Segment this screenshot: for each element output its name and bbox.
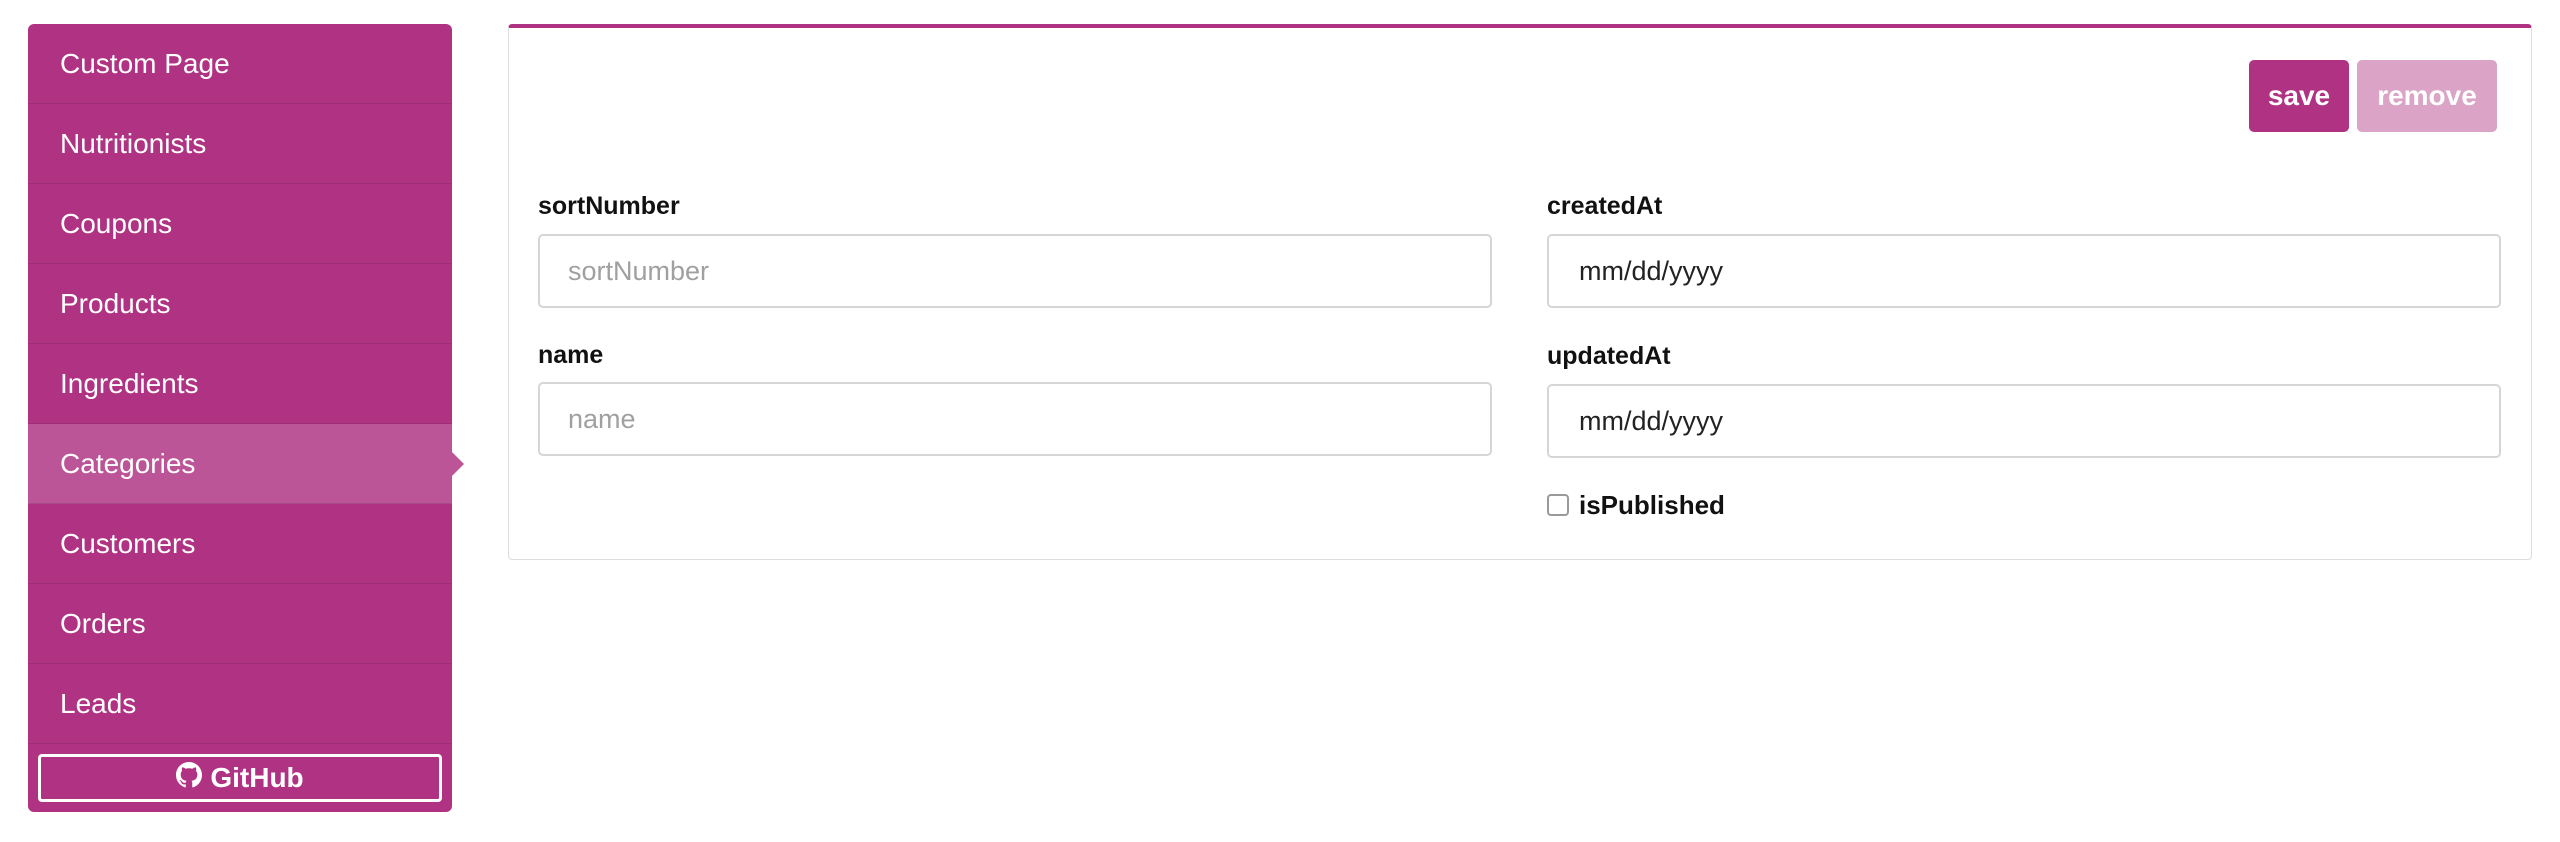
sidebar-item-coupons[interactable]: Coupons [28,184,452,264]
sidebar-item-ingredients[interactable]: Ingredients [28,344,452,424]
sidebar-nav: Custom Page Nutritionists Coupons Produc… [28,24,464,812]
sidebar-item-categories[interactable]: Categories [28,424,464,504]
updatedat-label: updatedAt [1547,342,1671,370]
github-label: GitHub [210,762,304,793]
github-button[interactable]: GitHub [38,754,442,802]
createdat-date-input[interactable]: mm/dd/yyyy [1547,234,2501,308]
sidebar-item-custom-page[interactable]: Custom Page [28,24,452,104]
sidebar-item-products[interactable]: Products [28,264,452,344]
github-icon [176,761,203,795]
sortnumber-input[interactable] [538,234,1492,308]
edit-form-panel: save remove sortNumber name createdAt mm… [508,24,2532,560]
save-button[interactable]: save [2249,60,2349,132]
sidebar-item-nutritionists[interactable]: Nutritionists [28,104,452,184]
sortnumber-label: sortNumber [538,192,680,220]
name-input[interactable] [538,382,1492,456]
remove-button[interactable]: remove [2357,60,2497,132]
ispublished-checkbox[interactable] [1547,494,1569,516]
sidebar-item-orders[interactable]: Orders [28,584,452,664]
sidebar-item-customers[interactable]: Customers [28,504,452,584]
updatedat-date-input[interactable]: mm/dd/yyyy [1547,384,2501,458]
createdat-label: createdAt [1547,192,1663,220]
name-label: name [538,341,604,369]
sidebar-item-leads[interactable]: Leads [28,664,452,744]
ispublished-label: isPublished [1579,490,1725,520]
